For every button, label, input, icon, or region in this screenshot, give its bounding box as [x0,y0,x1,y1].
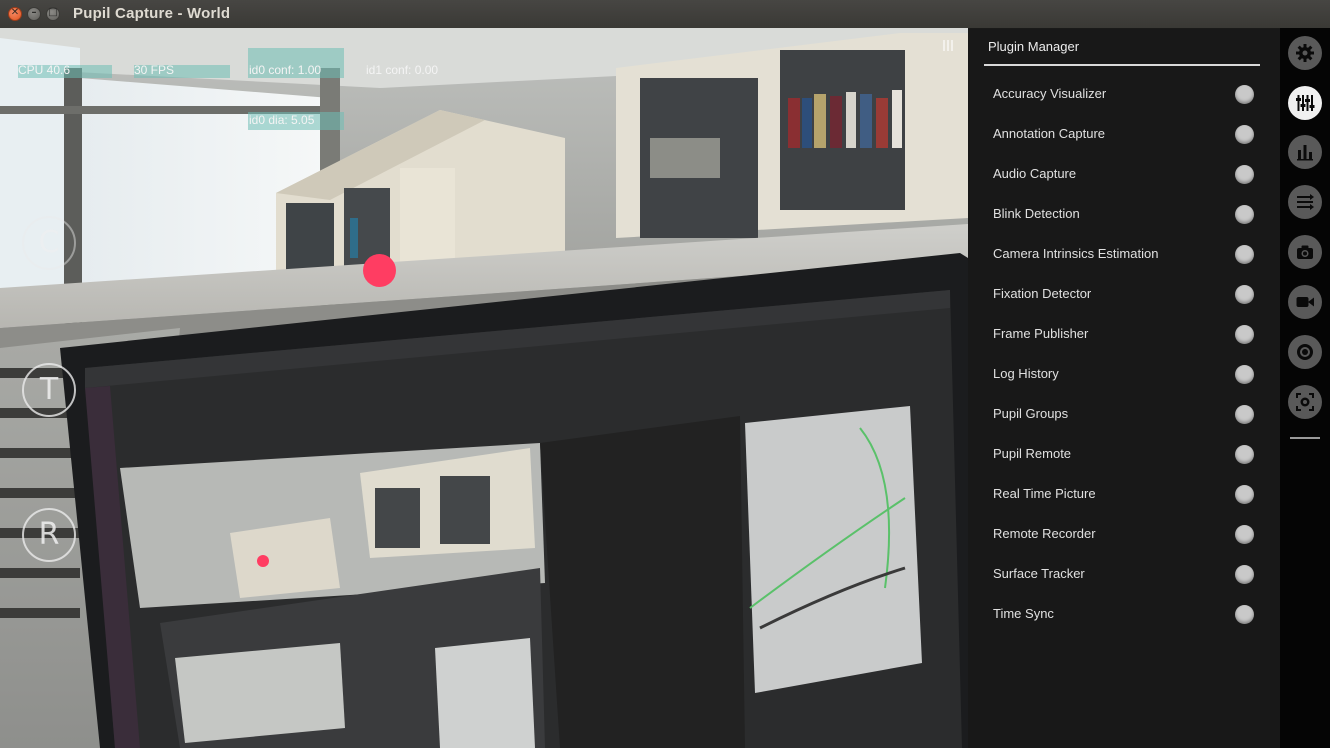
camera-icon [1297,245,1313,259]
plugin-toggle-switch[interactable] [1235,605,1254,624]
plugin-manager-title: Plugin Manager [988,39,1080,54]
window-maximize-button[interactable]: □ [46,7,60,21]
plugin-row[interactable]: Log History [968,355,1280,395]
plugin-label: Accuracy Visualizer [993,86,1107,101]
plugin-label: Fixation Detector [993,286,1092,301]
plugin-toggle-switch[interactable] [1235,205,1254,224]
window-minimize-button[interactable]: – [27,7,41,21]
world-capture-settings-button[interactable] [1288,235,1322,269]
window-title: Pupil Capture - World [73,5,231,22]
general-settings-button[interactable] [1288,36,1322,70]
list-arrows-icon [1297,194,1314,210]
plugin-row[interactable]: Pupil Remote [968,435,1280,475]
plugin-label: Pupil Remote [993,446,1072,461]
plugin-row[interactable]: Real Time Picture [968,475,1280,515]
plugin-row[interactable]: Camera Intrinsics Estimation [968,235,1280,275]
calibrate-label: C [38,225,60,260]
gear-icon [1296,44,1314,62]
fps-graph: 30 FPS [134,63,230,78]
plugin-toggle-switch[interactable] [1235,125,1254,144]
plugin-row[interactable]: Surface Tracker [968,555,1280,595]
plugin-label: Frame Publisher [993,326,1089,341]
test-button[interactable]: T [22,363,76,417]
plugin-toggle-switch[interactable] [1235,165,1254,184]
id1-conf-graph: id1 conf: 0.00 [366,63,438,77]
plugin-row[interactable]: Frame Publisher [968,315,1280,355]
bar-chart-icon [1297,145,1313,161]
panel-grip-icon[interactable] [943,40,955,52]
plugin-toggle-switch[interactable] [1235,565,1254,584]
menu-icon-bar [1280,28,1330,748]
plugin-label: Time Sync [993,606,1054,621]
plugin-label: Blink Detection [993,206,1080,221]
id0-conf-graph: id0 conf: 1.00 [248,48,344,78]
plugin-label: Annotation Capture [993,126,1106,141]
id1-conf-label: id1 conf: 0.00 [366,63,439,77]
plugin-label: Camera Intrinsics Estimation [993,246,1159,261]
world-camera-view[interactable]: CPU 40.6 30 FPS id0 conf: 1.00 id1 conf:… [0,28,968,748]
iconbar-divider [1290,437,1320,439]
plugin-toggle-switch[interactable] [1235,85,1254,104]
plugin-toggle-switch[interactable] [1235,445,1254,464]
plugin-toggle-switch[interactable] [1235,405,1254,424]
system-graphs-button[interactable] [1288,135,1322,169]
record-button[interactable]: R [22,508,76,562]
pupil-capture-window: ✕ – □ Pupil Capture - World CPU 40.6 30 … [0,0,1330,748]
cpu-label: CPU 40.6 [18,63,71,77]
title-bar: ✕ – □ Pupil Capture - World [0,0,1330,29]
plugin-row[interactable]: Pupil Groups [968,395,1280,435]
fps-label: 30 FPS [134,63,175,77]
plugin-toggle-switch[interactable] [1235,525,1254,544]
cpu-graph: CPU 40.6 [18,63,112,78]
plugin-toggle-switch[interactable] [1235,245,1254,264]
plugin-toggle-switch[interactable] [1235,285,1254,304]
calibrate-button[interactable]: C [22,216,76,270]
plugin-row[interactable]: Audio Capture [968,155,1280,195]
close-icon: ✕ [10,7,20,18]
plugin-label: Pupil Groups [993,406,1069,421]
plugin-row[interactable]: Blink Detection [968,195,1280,235]
plugin-label: Real Time Picture [993,486,1096,501]
recorder-button[interactable] [1288,285,1322,319]
video-camera-icon [1296,297,1314,307]
plugin-manager-button[interactable] [1288,86,1322,120]
plugin-row[interactable]: Annotation Capture [968,115,1280,155]
plugin-label: Log History [993,366,1059,381]
panel-divider [984,64,1260,66]
pupil-detector-button[interactable] [1288,335,1322,369]
test-label: T [39,372,59,407]
plugin-toggle-switch[interactable] [1235,325,1254,344]
plugin-manager-panel: Plugin Manager Accuracy Visualizer Annota… [968,28,1280,748]
plugin-toggle-switch[interactable] [1235,365,1254,384]
maximize-icon: □ [48,7,58,18]
plugin-row[interactable]: Accuracy Visualizer [968,75,1280,115]
id0-conf-label: id0 conf: 1.00 [249,63,322,77]
camera-scene-image [0,28,968,748]
plugin-label: Remote Recorder [993,526,1096,541]
recorder-settings-button[interactable] [1288,185,1322,219]
sliders-icon [1296,95,1315,111]
plugin-label: Audio Capture [993,166,1077,181]
plugin-row[interactable]: Remote Recorder [968,515,1280,555]
window-close-button[interactable]: ✕ [8,7,22,21]
plugin-row[interactable]: Fixation Detector [968,275,1280,315]
calibration-settings-button[interactable] [1288,385,1322,419]
id0-dia-label: id0 dia: 5.05 [249,113,315,127]
plugin-toggle-switch[interactable] [1235,485,1254,504]
record-label: R [38,517,60,552]
plugin-row[interactable]: Time Sync [968,595,1280,635]
id0-diameter-graph: id0 dia: 5.05 [248,112,344,130]
target-icon [1297,344,1313,360]
screen-marker-icon [1296,393,1314,411]
gaze-point-marker [363,254,396,287]
minimize-icon: – [31,7,37,18]
plugin-label: Surface Tracker [993,566,1085,581]
